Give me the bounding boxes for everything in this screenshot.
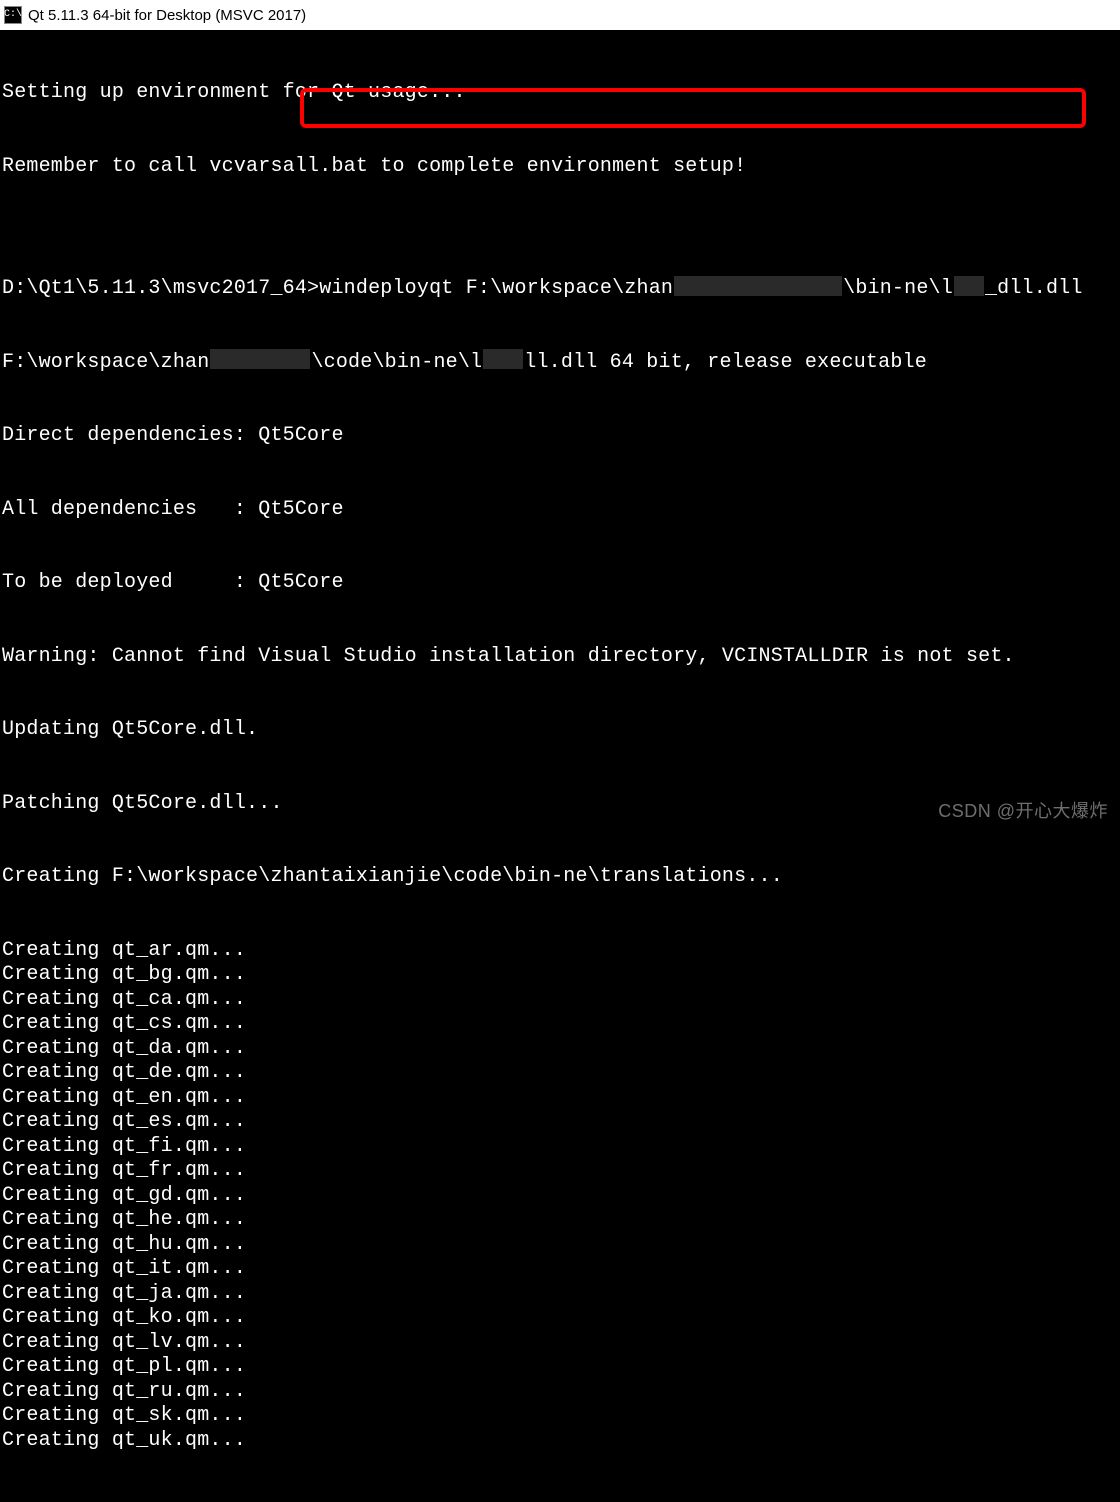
qm-file-line: Creating qt_fr.qm...	[2, 1159, 1120, 1184]
terminal-output[interactable]: Setting up environment for Qt usage... R…	[0, 30, 1120, 1502]
qm-file-line: Creating qt_en.qm...	[2, 1086, 1120, 1111]
warning-line: Warning: Cannot find Visual Studio insta…	[2, 645, 1120, 670]
command-text: _dll.dll	[985, 277, 1083, 300]
command-line: D:\Qt1\5.11.3\msvc2017_64>windeployqt F:…	[2, 277, 1120, 302]
qm-file-line: Creating qt_hu.qm...	[2, 1233, 1120, 1258]
qm-file-line: Creating qt_fi.qm...	[2, 1135, 1120, 1160]
qm-file-line: Creating qt_es.qm...	[2, 1110, 1120, 1135]
qm-file-line: Creating qt_lv.qm...	[2, 1331, 1120, 1356]
qm-file-line: Creating qt_ca.qm...	[2, 988, 1120, 1013]
redacted-text	[210, 349, 310, 369]
watermark-text: CSDN @开心大爆炸	[938, 797, 1108, 823]
qm-file-line: Creating qt_ja.qm...	[2, 1282, 1120, 1307]
qm-file-line: Creating qt_it.qm...	[2, 1257, 1120, 1282]
qm-file-line: Creating qt_sk.qm...	[2, 1404, 1120, 1429]
qm-file-line: Creating qt_da.qm...	[2, 1037, 1120, 1062]
qm-file-line: Creating qt_pl.qm...	[2, 1355, 1120, 1380]
output-line: Creating F:\workspace\zhantaixianjie\cod…	[2, 865, 1120, 890]
echo-text: F:\workspace\zhan	[2, 351, 209, 374]
command-text: \bin-ne\l	[843, 277, 953, 300]
qm-file-line: Creating qt_gd.qm...	[2, 1184, 1120, 1209]
redacted-text	[483, 349, 523, 369]
qm-file-line: Creating qt_bg.qm...	[2, 963, 1120, 988]
setup-line: Remember to call vcvarsall.bat to comple…	[2, 155, 1120, 180]
qm-file-list: Creating qt_ar.qm...Creating qt_bg.qm...…	[2, 939, 1120, 1454]
echo-line: F:\workspace\zhan \code\bin-ne\l ll.dll 64…	[2, 351, 1120, 376]
qm-file-line: Creating qt_ru.qm...	[2, 1380, 1120, 1405]
cmd-icon-text: C:\	[4, 10, 22, 20]
cmd-icon: C:\	[4, 6, 22, 24]
qm-file-line: Creating qt_ar.qm...	[2, 939, 1120, 964]
echo-text: \code\bin-ne\l	[311, 351, 482, 374]
qm-file-line: Creating qt_uk.qm...	[2, 1429, 1120, 1454]
qm-file-line: Creating qt_de.qm...	[2, 1061, 1120, 1086]
qm-file-line: Creating qt_cs.qm...	[2, 1012, 1120, 1037]
dep-line: Direct dependencies: Qt5Core	[2, 424, 1120, 449]
window-title: Qt 5.11.3 64-bit for Desktop (MSVC 2017)	[28, 7, 306, 24]
window-titlebar: C:\ Qt 5.11.3 64-bit for Desktop (MSVC 2…	[0, 0, 1120, 30]
prompt-path: D:\Qt1\5.11.3\msvc2017_64>	[2, 277, 319, 300]
qm-file-line: Creating qt_he.qm...	[2, 1208, 1120, 1233]
redacted-text	[954, 276, 984, 296]
dep-line: To be deployed : Qt5Core	[2, 571, 1120, 596]
qm-file-line: Creating qt_ko.qm...	[2, 1306, 1120, 1331]
setup-line: Setting up environment for Qt usage...	[2, 81, 1120, 106]
echo-text: ll.dll 64 bit, release executable	[524, 351, 927, 374]
command-text: windeployqt F:\workspace\zhan	[319, 277, 673, 300]
redacted-text	[674, 276, 842, 296]
output-line: Updating Qt5Core.dll.	[2, 718, 1120, 743]
dep-line: All dependencies : Qt5Core	[2, 498, 1120, 523]
